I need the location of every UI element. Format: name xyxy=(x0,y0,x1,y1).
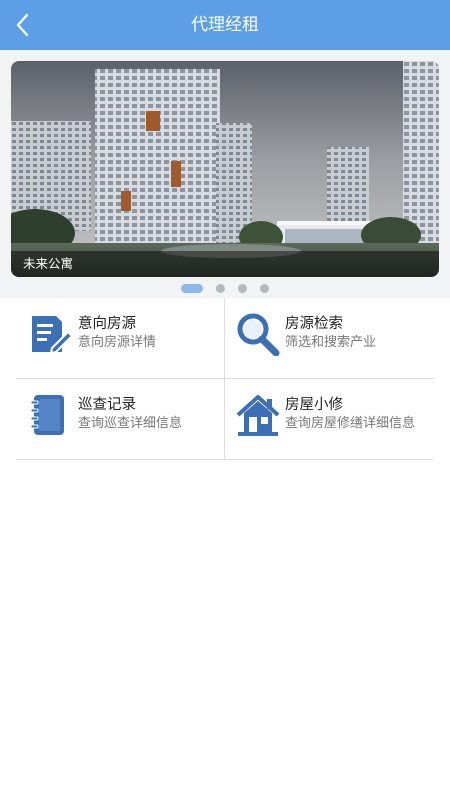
notebook-icon xyxy=(30,395,64,435)
banner-caption: 未来公寓 xyxy=(23,256,74,271)
menu-item-desc: 筛选和搜索产业 xyxy=(285,335,377,350)
banner-carousel[interactable]: 未来公寓 xyxy=(11,61,439,277)
document-edit-icon xyxy=(32,316,72,355)
caption-bar xyxy=(11,251,439,277)
menu-item-desc: 查询房屋修缮详细信息 xyxy=(285,416,416,431)
function-grid: 意向房源 意向房源详情 房源检索 筛选和搜索产业 巡查记录 查询巡查详细信息 房… xyxy=(16,298,434,460)
divider xyxy=(16,378,434,379)
divider xyxy=(224,298,225,460)
divider xyxy=(16,459,434,460)
menu-item-intent-housing[interactable]: 意向房源 意向房源详情 xyxy=(16,298,225,379)
menu-item-inspection-records[interactable]: 巡查记录 查询巡查详细信息 xyxy=(16,379,225,460)
carousel-dot[interactable] xyxy=(238,283,247,293)
menu-item-house-repair[interactable]: 房屋小修 查询房屋修缮详细信息 xyxy=(225,379,434,460)
menu-item-housing-search[interactable]: 房源检索 筛选和搜索产业 xyxy=(225,298,434,379)
menu-item-title: 意向房源 xyxy=(78,316,136,332)
carousel-dot[interactable] xyxy=(260,283,269,293)
menu-item-title: 巡查记录 xyxy=(78,397,136,413)
carousel-dot[interactable] xyxy=(181,283,203,293)
carousel-dot[interactable] xyxy=(216,283,225,293)
page-title: 代理经租 xyxy=(191,15,259,35)
banner-section: 未来公寓 xyxy=(0,50,450,298)
magnifier-icon xyxy=(237,313,280,356)
menu-item-desc: 意向房源详情 xyxy=(78,335,157,350)
menu-item-title: 房源检索 xyxy=(285,316,343,332)
banner-image xyxy=(11,61,439,277)
carousel-indicator xyxy=(0,281,450,295)
top-bar: 代理经租 xyxy=(0,0,450,50)
menu-item-title: 房屋小修 xyxy=(285,397,343,413)
house-icon xyxy=(236,395,280,436)
menu-item-desc: 查询巡查详细信息 xyxy=(78,416,183,431)
